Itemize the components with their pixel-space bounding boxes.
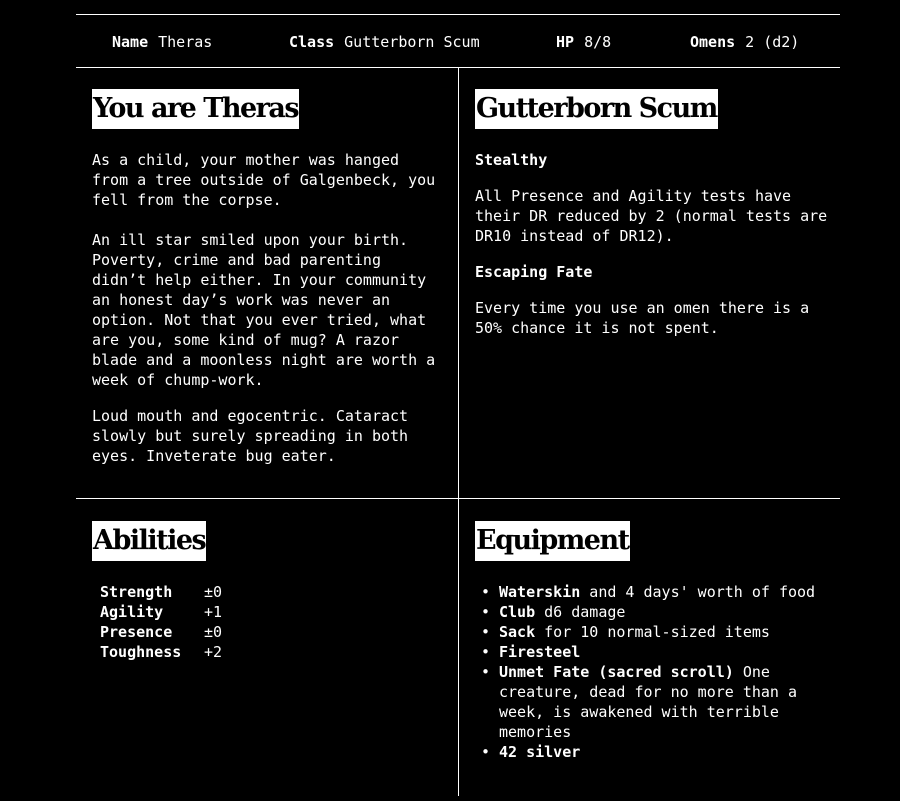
name-label: Name xyxy=(112,33,149,51)
item-name: Firesteel xyxy=(499,643,581,661)
class-label: Class xyxy=(289,33,335,51)
class-ability-text: Every time you use an omen there is a 50… xyxy=(475,299,810,337)
abilities-panel: Abilities Strength ±0 Agility +1 Presenc… xyxy=(92,521,444,662)
character-sheet: Name Theras Class Gutterborn Scum HP 8/8 Om… xyxy=(76,14,840,801)
item-name: 42 silver xyxy=(499,743,581,761)
ability-value: ±0 xyxy=(204,623,223,641)
bio-title: You are Theras xyxy=(92,89,300,129)
bio-paragraph: An ill star smiled upon your birth. Pove… xyxy=(92,231,436,389)
list-item: • Waterskin and 4 days' worth of food xyxy=(475,582,833,602)
bullet-icon: • xyxy=(481,623,491,641)
item-name: Unmet Fate (sacred scroll) xyxy=(499,663,734,681)
item-description: for 10 normal-sized items xyxy=(535,623,770,641)
bio-paragraph: As a child, your mother was hanged from … xyxy=(92,151,436,209)
bio-paragraph: Loud mouth and egocentric. Cataract slow… xyxy=(92,407,409,465)
list-item: • 42 silver xyxy=(475,742,833,762)
column-divider xyxy=(458,68,459,796)
class-ability-text: All Presence and Agility tests have thei… xyxy=(475,187,828,245)
ability-row: Toughness +2 xyxy=(100,642,222,662)
hp-value: 8/8 xyxy=(584,33,612,51)
bullet-icon: • xyxy=(481,643,491,661)
omens-field: Omens 2 (d2) xyxy=(690,32,799,52)
item-description: d6 damage xyxy=(535,603,626,621)
class-field: Class Gutterborn Scum xyxy=(289,32,480,52)
bullet-icon: • xyxy=(481,583,491,601)
equipment-title: Equipment xyxy=(475,521,630,561)
ability-row: Strength ±0 xyxy=(100,582,222,602)
class-value: Gutterborn Scum xyxy=(344,33,480,51)
item-name: Sack xyxy=(499,623,536,641)
name-field: Name Theras xyxy=(112,32,212,52)
ability-name: Agility xyxy=(100,603,164,621)
hp-label: HP xyxy=(556,33,575,51)
class-title: Gutterborn Scum xyxy=(475,89,718,129)
hp-field: HP 8/8 xyxy=(556,32,611,52)
ability-value: +2 xyxy=(204,643,223,661)
ability-name: Toughness xyxy=(100,643,182,661)
omens-value: 2 (d2) xyxy=(745,33,800,51)
bio-panel: You are Theras As a child, your mother w… xyxy=(92,89,444,466)
bullet-icon: • xyxy=(481,743,491,761)
item-name: Club xyxy=(499,603,536,621)
abilities-title: Abilities xyxy=(92,521,207,561)
omens-label: Omens xyxy=(690,33,736,51)
ability-row: Agility +1 xyxy=(100,602,222,622)
name-value: Theras xyxy=(158,33,213,51)
list-item: • Firesteel xyxy=(475,642,833,662)
list-item: • Club d6 damage xyxy=(475,602,833,622)
ability-row: Presence ±0 xyxy=(100,622,222,642)
class-ability-name: Escaping Fate xyxy=(475,263,593,281)
item-name: Waterskin xyxy=(499,583,581,601)
item-description: and 4 days' worth of food xyxy=(580,583,816,601)
sheet-header: Name Theras Class Gutterborn Scum HP 8/8 Om… xyxy=(76,15,840,67)
class-ability-name: Stealthy xyxy=(475,151,548,169)
equipment-list: • Waterskin and 4 days' worth of food • Cl… xyxy=(475,582,833,762)
ability-name: Presence xyxy=(100,623,173,641)
ability-value: +1 xyxy=(204,603,223,621)
bullet-icon: • xyxy=(481,603,491,621)
ability-value: ±0 xyxy=(204,583,223,601)
bullet-icon: • xyxy=(481,663,491,681)
equipment-panel: Equipment • Waterskin and 4 days' worth o… xyxy=(475,521,833,762)
list-item: • Sack for 10 normal-sized items xyxy=(475,622,833,642)
class-panel: Gutterborn Scum Stealthy All Presence an… xyxy=(475,89,833,338)
ability-name: Strength xyxy=(100,583,173,601)
abilities-table: Strength ±0 Agility +1 Presence ±0 Tough… xyxy=(100,582,222,662)
list-item: • Unmet Fate (sacred scroll) One creature… xyxy=(475,662,833,742)
